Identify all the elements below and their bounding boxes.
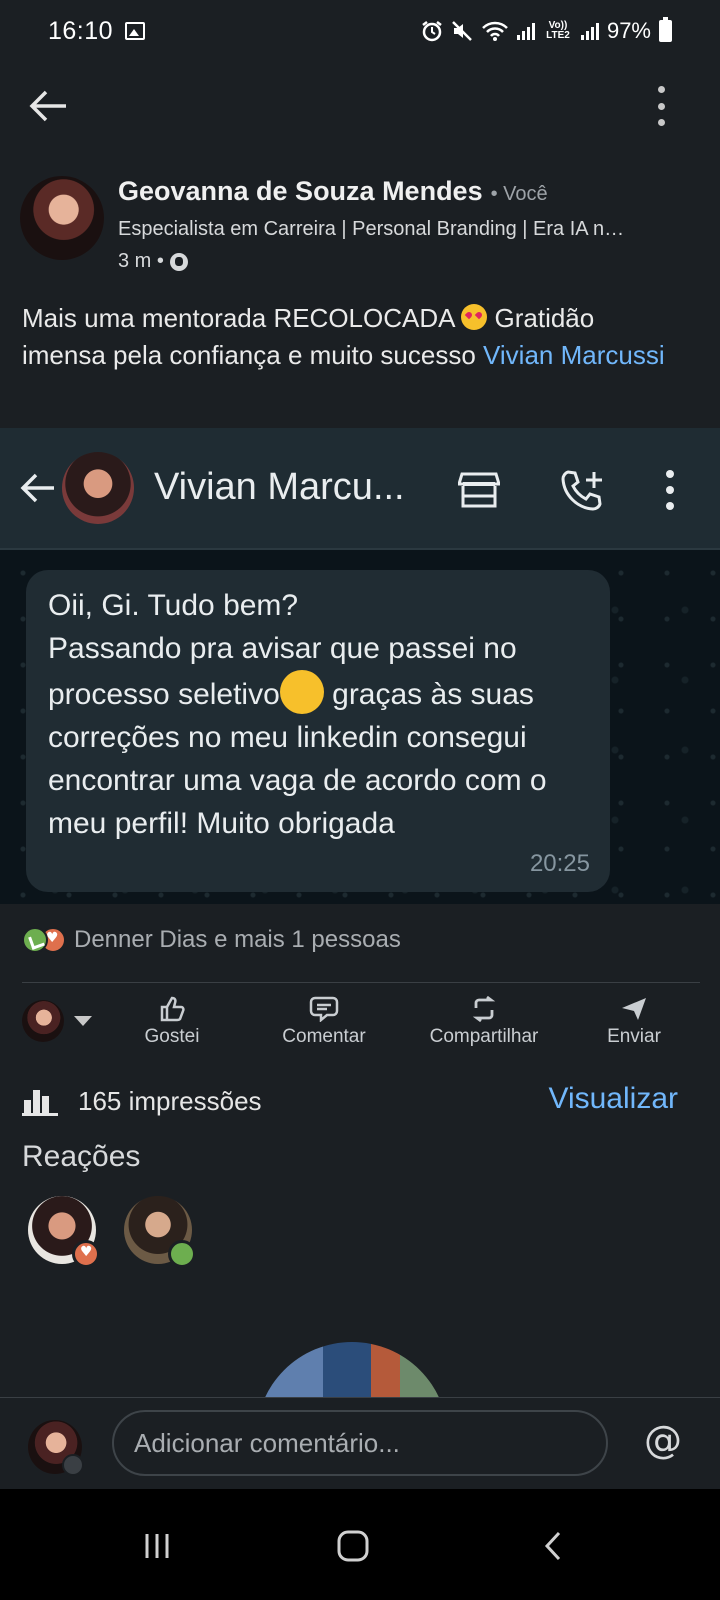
chat-back-arrow-icon <box>20 473 54 503</box>
author-name-line: Geovanna de Souza Mendes • Você <box>118 176 548 207</box>
actor-avatar[interactable] <box>22 1000 64 1042</box>
status-icons: Vo)) LTE2 97% <box>421 17 672 44</box>
home-icon <box>337 1530 369 1562</box>
more-options-button[interactable] <box>654 86 668 126</box>
globe-icon <box>169 252 188 271</box>
post-image[interactable]: Vivian Marcu... Oii, Gi. Tudo bem? Passan… <box>0 428 720 904</box>
alarm-icon <box>422 21 442 42</box>
star-struck-emoji-icon <box>461 304 488 330</box>
chevron-left-icon <box>544 1531 561 1561</box>
send-icon <box>622 998 646 1020</box>
post-time: 3 m • <box>118 250 164 272</box>
comment-input[interactable]: Adicionar comentário... <box>112 1410 608 1476</box>
home-button[interactable] <box>318 1511 388 1581</box>
repost-icon <box>472 996 496 1022</box>
message-bubble: Oii, Gi. Tudo bem? Passando pra avisar qu… <box>26 570 610 892</box>
chat-more-icon <box>664 470 676 510</box>
reactions-title: Reações <box>22 1140 141 1173</box>
chevron-down-icon[interactable] <box>74 1016 92 1026</box>
comment-button[interactable]: Comentar <box>268 996 380 1048</box>
back-button[interactable] <box>26 84 70 128</box>
mute-icon <box>452 21 472 41</box>
reactions-summary-text: Denner Dias e mais 1 pessoas <box>74 926 401 953</box>
mention-button[interactable]: @ <box>644 1418 682 1462</box>
message-text: Oii, Gi. Tudo bem? Passando pra avisar qu… <box>48 584 593 845</box>
contact-avatar <box>62 452 134 524</box>
battery-percent: 97% <box>606 18 651 43</box>
celebrate-reaction-icon <box>168 1240 196 1268</box>
add-call-icon <box>561 470 602 511</box>
recent-apps-button[interactable] <box>122 1511 192 1581</box>
comment-bar: Adicionar comentário... @ <box>0 1397 720 1489</box>
status-bar: 16:10 Vo)) LTE2 97% <box>0 0 720 62</box>
signal-icon-1 <box>516 22 535 40</box>
system-back-button[interactable] <box>518 1511 588 1581</box>
like-label: Gostei <box>144 1026 200 1047</box>
arrow-left-icon <box>29 90 66 122</box>
chat-header: Vivian Marcu... <box>0 428 720 550</box>
author-you-label: • Você <box>490 183 548 205</box>
battery-icon <box>659 17 672 42</box>
wifi-icon <box>482 21 508 41</box>
status-time: 16:10 <box>48 16 114 45</box>
thumbs-up-icon <box>160 996 185 1022</box>
contact-name: Vivian Marcu... <box>154 466 405 508</box>
recent-apps-icon <box>145 1534 169 1558</box>
share-button[interactable]: Compartilhar <box>412 996 556 1048</box>
author-name[interactable]: Geovanna de Souza Mendes <box>118 176 483 207</box>
post-meta: 3 m • <box>118 250 188 273</box>
volte-label: Vo)) LTE2 <box>546 20 570 41</box>
post-text: Mais uma mentorada RECOLOCADA Gratidão i… <box>22 300 682 374</box>
send-button[interactable]: Enviar <box>596 996 672 1048</box>
author-avatar[interactable] <box>20 176 104 260</box>
signal-icon-2 <box>580 22 599 40</box>
impressions-count: 165 impressões <box>78 1086 262 1116</box>
reactor-avatar[interactable] <box>28 1196 100 1268</box>
top-app-bar <box>0 70 720 142</box>
gallery-notification-icon <box>125 22 146 40</box>
celebrate-reaction-icon <box>22 927 48 953</box>
store-icon <box>458 472 500 508</box>
impressions-row: 165 impressões Visualizar <box>22 1082 702 1122</box>
reactions-summary[interactable]: Denner Dias e mais 1 pessoas <box>22 926 401 954</box>
love-reaction-icon <box>72 1240 100 1268</box>
smiling-emoji-icon <box>279 670 324 714</box>
bar-chart-icon <box>22 1090 58 1116</box>
post-text-part1: Mais uma mentorada RECOLOCADA <box>22 303 462 333</box>
post-author: Geovanna de Souza Mendes • Você Especial… <box>20 176 700 276</box>
message-time: 20:25 <box>529 850 590 877</box>
commenter-avatar[interactable] <box>28 1420 84 1476</box>
message-line1: Oii, Gi. Tudo bem? <box>48 589 299 622</box>
view-analytics-link[interactable]: Visualizar <box>548 1082 678 1116</box>
mention-link[interactable]: Vivian Marcussi <box>483 340 665 370</box>
share-label: Compartilhar <box>429 1026 539 1047</box>
like-button[interactable]: Gostei <box>132 996 212 1048</box>
author-headline: Especialista em Carreira | Personal Bran… <box>118 218 625 240</box>
reactor-avatar[interactable] <box>124 1196 196 1268</box>
send-label: Enviar <box>607 1026 661 1047</box>
divider <box>22 982 700 983</box>
comment-label: Comentar <box>282 1026 366 1047</box>
post-actions: Gostei Comentar Compartilhar Enviar <box>0 996 720 1056</box>
system-nav-bar <box>0 1489 720 1600</box>
comment-icon <box>309 996 339 1022</box>
